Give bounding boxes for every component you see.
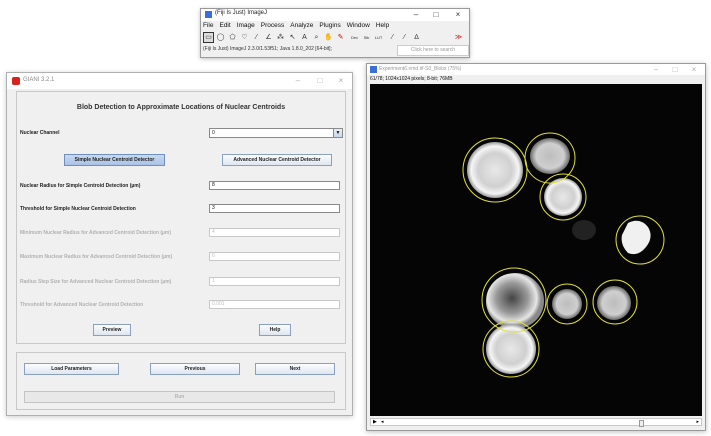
minimize-button[interactable]: –: [407, 9, 425, 21]
previous-button[interactable]: Previous: [150, 363, 240, 375]
angle-tool-icon[interactable]: ∠: [263, 32, 274, 43]
maximize-button[interactable]: □: [427, 9, 445, 21]
nucleus: [544, 178, 582, 216]
minimize-button[interactable]: –: [647, 64, 665, 76]
close-button[interactable]: ×: [332, 75, 350, 87]
threshold-advanced-label: Threshold for Advanced Nuclear Centroid …: [20, 302, 144, 308]
blob-detection-panel: Blob Detection to Approximate Locations …: [16, 91, 346, 344]
step-size-label: Radius Step Size for Advanced Nuclear Ce…: [20, 279, 172, 285]
search-input[interactable]: Click here to search: [397, 45, 469, 56]
max-radius-field[interactable]: 6: [209, 252, 340, 261]
pencil-tool-icon[interactable]: ⁄: [387, 32, 398, 43]
flood-fill-tool-icon[interactable]: ∆: [411, 32, 422, 43]
more-tools-icon[interactable]: ≫: [453, 32, 464, 43]
close-button[interactable]: ×: [685, 64, 703, 76]
stack-tool-icon[interactable]: Stk: [361, 32, 372, 43]
load-parameters-button[interactable]: Load Parameters: [24, 363, 119, 375]
nucleus: [597, 286, 631, 320]
wand-tool-icon[interactable]: ↖: [287, 32, 298, 43]
freehand-tool-icon[interactable]: ♡: [239, 32, 250, 43]
polygon-tool-icon[interactable]: ⬠: [227, 32, 238, 43]
min-radius-label: Minimum Nuclear Radius for Advanced Cent…: [20, 230, 172, 236]
hand-tool-icon[interactable]: ✋: [323, 32, 334, 43]
magnifier-tool-icon[interactable]: ⌕: [311, 32, 322, 43]
dev-tool-icon[interactable]: Dev: [349, 32, 360, 43]
navigation-panel: Load Parameters Previous Next Run: [16, 352, 346, 410]
giani-app-icon: [12, 77, 20, 85]
giani-titlebar[interactable]: GIANI 3.2.1 – □ ×: [7, 73, 352, 89]
nucleus: [486, 273, 544, 329]
scroll-left-icon[interactable]: ◂: [381, 419, 384, 425]
imagej-title: (Fiji Is Just) ImageJ: [215, 10, 268, 16]
minimize-button[interactable]: –: [289, 75, 307, 87]
imagej-toolbar: ▭ ◯ ⬠ ♡ ⁄ ∠ ⁂ ↖ A ⌕ ✋ ✎ Dev Stk LUT ⁄ ⁄ …: [203, 32, 467, 44]
menu-plugins[interactable]: Plugins: [319, 22, 340, 29]
image-info: 61/78; 1024x1024 pixels; 8-bit; 76MB: [370, 76, 453, 82]
radius-simple-field[interactable]: 8: [209, 181, 340, 190]
scroll-right-icon[interactable]: ▸: [696, 419, 699, 425]
imagej-menubar: File Edit Image Process Analyze Plugins Window…: [203, 22, 395, 31]
radius-simple-label: Nuclear Radius for Simple Centroid Detec…: [20, 183, 141, 189]
image-window: Experiment6.nmd.tif-S0_Blobs (75%) – □ ×…: [366, 63, 706, 431]
image-titlebar[interactable]: Experiment6.nmd.tif-S0_Blobs (75%) – □ ×: [367, 64, 705, 75]
play-icon[interactable]: ▶: [373, 419, 377, 425]
close-button[interactable]: ×: [449, 9, 467, 21]
microscopy-image: [370, 84, 702, 416]
step-size-field[interactable]: 1: [209, 277, 340, 286]
imagej-status: (Fiji Is Just) ImageJ 2.3.0/1.53f51; Jav…: [203, 46, 332, 52]
threshold-advanced-field[interactable]: 0.001: [209, 300, 340, 309]
imagej-app-icon: [205, 11, 212, 18]
rectangle-tool-icon[interactable]: ▭: [203, 32, 214, 43]
menu-file[interactable]: File: [203, 22, 213, 29]
image-app-icon: [370, 66, 377, 73]
maximize-button[interactable]: □: [311, 75, 329, 87]
imagej-titlebar[interactable]: (Fiji Is Just) ImageJ – □ ×: [201, 9, 469, 21]
color-picker-icon[interactable]: ✎: [335, 32, 346, 43]
nucleus: [552, 289, 582, 319]
nuclear-channel-value: 0: [212, 130, 215, 136]
help-button[interactable]: Help: [259, 324, 291, 336]
slider-thumb[interactable]: [639, 420, 644, 427]
threshold-simple-label: Threshold for Simple Nuclear Centroid De…: [20, 206, 136, 212]
lut-tool-icon[interactable]: LUT: [373, 32, 384, 43]
point-tool-icon[interactable]: ⁂: [275, 32, 286, 43]
threshold-simple-field[interactable]: 3: [209, 204, 340, 213]
nuclear-channel-label: Nuclear Channel: [20, 130, 60, 136]
text-tool-icon[interactable]: A: [299, 32, 310, 43]
imagej-window: (Fiji Is Just) ImageJ – □ × File Edit Imag…: [200, 8, 470, 58]
menu-image[interactable]: Image: [237, 22, 255, 29]
maximize-button[interactable]: □: [666, 64, 684, 76]
menu-window[interactable]: Window: [347, 22, 370, 29]
image-canvas[interactable]: [370, 84, 702, 416]
oval-tool-icon[interactable]: ◯: [215, 32, 226, 43]
brush-tool-icon[interactable]: ⁄: [399, 32, 410, 43]
nuclear-channel-select[interactable]: 0 ▼: [209, 128, 343, 138]
panel-heading: Blob Detection to Approximate Locations …: [76, 104, 286, 111]
giani-window: GIANI 3.2.1 – □ × Blob Detection to Appr…: [6, 72, 353, 416]
simple-detector-button[interactable]: Simple Nuclear Centroid Detector: [64, 154, 165, 166]
menu-analyze[interactable]: Analyze: [290, 22, 313, 29]
menu-edit[interactable]: Edit: [219, 22, 230, 29]
next-button[interactable]: Next: [255, 363, 335, 375]
giani-title: GIANI 3.2.1: [23, 77, 55, 83]
nucleus: [530, 138, 570, 174]
image-title: Experiment6.nmd.tif-S0_Blobs (75%): [379, 66, 462, 72]
menu-process[interactable]: Process: [261, 22, 284, 29]
line-tool-icon[interactable]: ⁄: [251, 32, 262, 43]
chevron-down-icon[interactable]: ▼: [333, 129, 342, 137]
min-radius-field[interactable]: 4: [209, 228, 340, 237]
preview-button[interactable]: Preview: [93, 324, 131, 336]
stack-slider[interactable]: ▶ ◂ ▸: [370, 418, 702, 427]
menu-help[interactable]: Help: [376, 22, 389, 29]
max-radius-label: Maximum Nuclear Radius for Advanced Cent…: [20, 254, 173, 260]
nucleus: [467, 142, 523, 198]
run-button[interactable]: Run: [24, 391, 335, 403]
advanced-detector-button[interactable]: Advanced Nuclear Centroid Detector: [222, 154, 332, 166]
